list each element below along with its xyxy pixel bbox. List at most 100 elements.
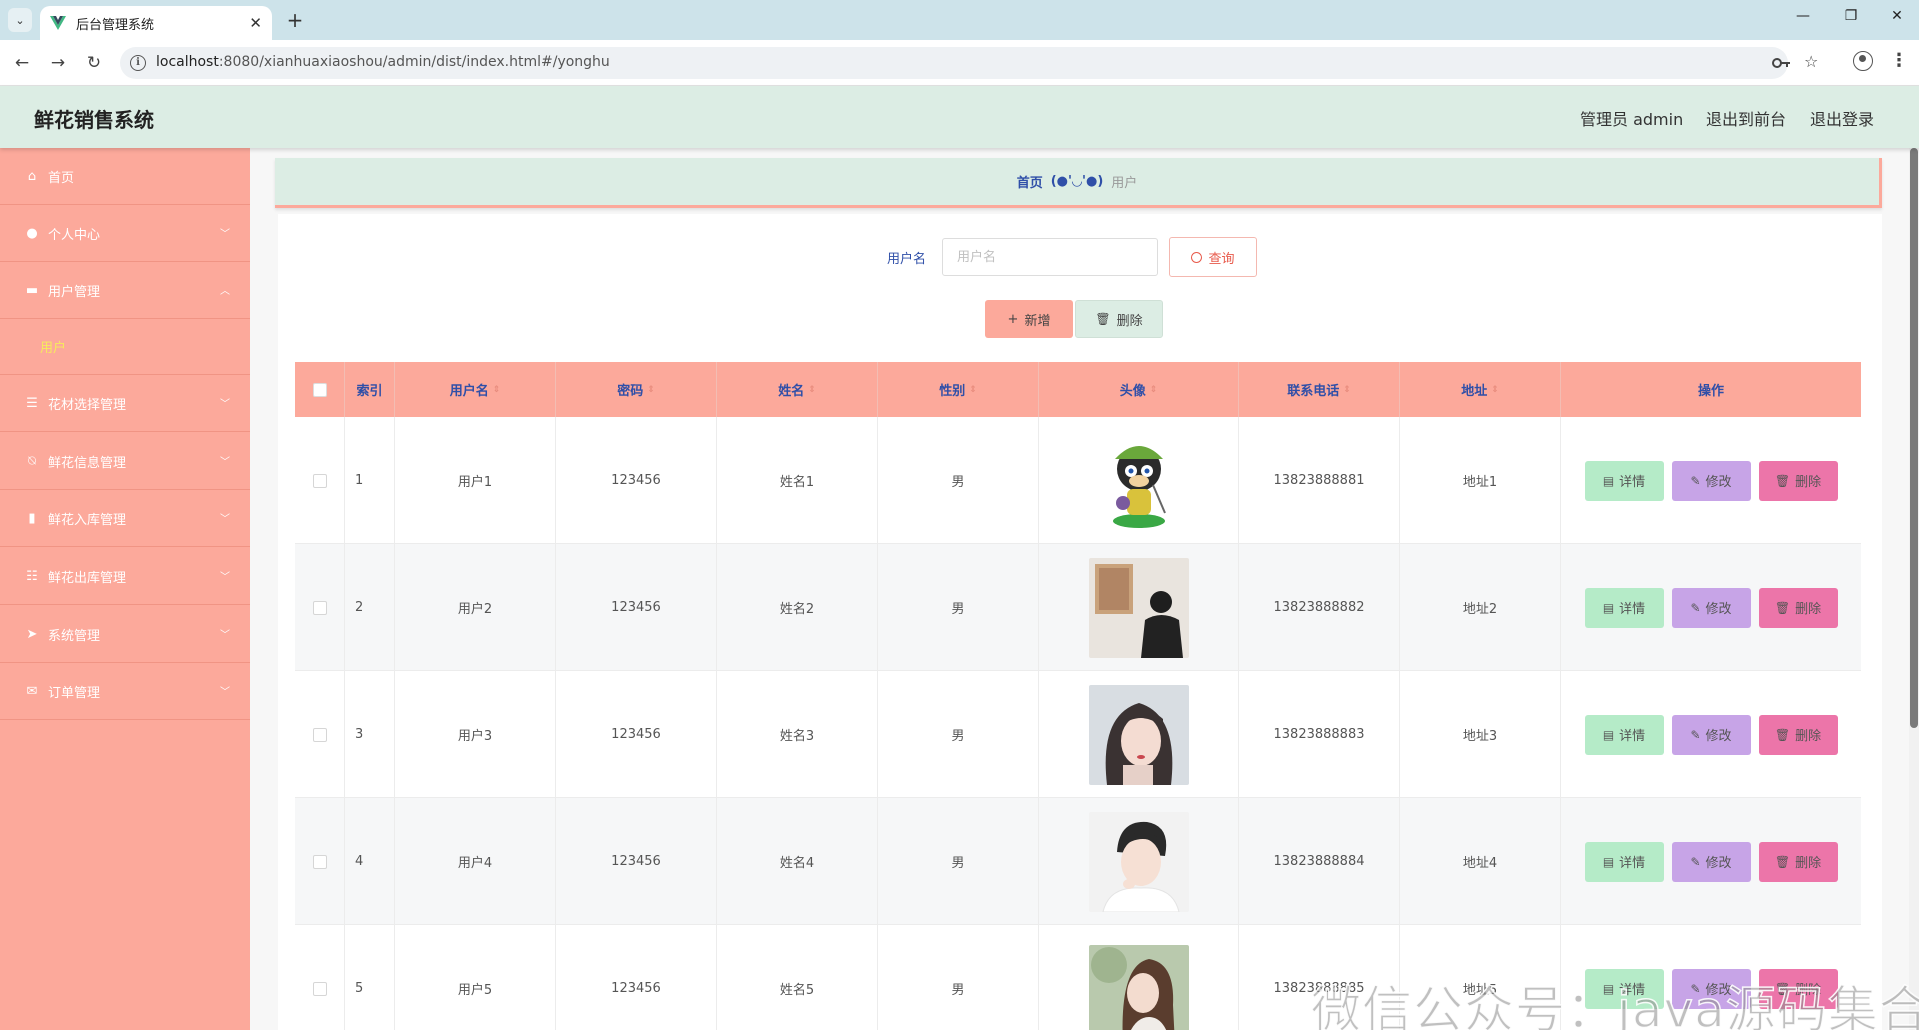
- search-label: 用户名: [887, 252, 927, 267]
- minimize-icon[interactable]: —: [1788, 8, 1818, 24]
- url-text[interactable]: localhost:8080/xianhuaxiaoshou/admin/dis…: [156, 54, 610, 70]
- reload-icon[interactable]: ↻: [82, 52, 106, 76]
- detail-button[interactable]: ▤ 详情: [1584, 587, 1664, 628]
- new-tab-button[interactable]: +: [284, 9, 306, 31]
- close-icon[interactable]: ✕: [1882, 8, 1912, 24]
- bell-off-icon: ⍉: [28, 453, 36, 469]
- browser-tab[interactable]: 后台管理系统 ✕: [40, 6, 272, 40]
- row-checkbox[interactable]: [312, 981, 327, 996]
- scrollbar-thumb[interactable]: [1910, 148, 1918, 728]
- phone-cell: 13823888884: [1239, 798, 1400, 925]
- sort-icon[interactable]: ⇕: [1491, 385, 1499, 395]
- sort-icon[interactable]: ⇕: [647, 385, 655, 395]
- row-checkbox[interactable]: [312, 473, 327, 488]
- back-icon[interactable]: ←: [10, 52, 34, 76]
- send-icon: ➤: [26, 626, 38, 642]
- password-key-icon[interactable]: [1772, 55, 1792, 71]
- logout-link[interactable]: 退出登录: [1810, 106, 1874, 130]
- chevron-down-icon: ﹀: [220, 630, 230, 641]
- query-button[interactable]: 查询: [1169, 237, 1257, 277]
- row-checkbox[interactable]: [312, 600, 327, 615]
- exit-to-front-link[interactable]: 退出到前台: [1706, 106, 1786, 130]
- column-header[interactable]: 头像 ⇕: [1039, 362, 1239, 417]
- sidebar-item-user-management[interactable]: ▬ 用户管理 ︿: [0, 262, 250, 319]
- batch-delete-button[interactable]: 🗑 删除: [1075, 300, 1163, 338]
- edit-pencil-icon: ✎: [1690, 727, 1701, 742]
- sidebar-item-order-management[interactable]: ✉ 订单管理 ﹀: [0, 663, 250, 720]
- sidebar-item-personal-center[interactable]: ● 个人中心 ﹀: [0, 205, 250, 262]
- gender-cell: 男: [878, 925, 1039, 1030]
- edit-button[interactable]: ✎ 修改: [1671, 460, 1751, 501]
- column-header-label: 用户名: [449, 384, 489, 399]
- column-header[interactable]: 联系电话 ⇕: [1239, 362, 1400, 417]
- column-header[interactable]: 用户名 ⇕: [395, 362, 556, 417]
- password-cell: 123456: [556, 925, 717, 1030]
- delete-button[interactable]: 🗑 删除: [1758, 460, 1838, 501]
- row-checkbox[interactable]: [312, 727, 327, 742]
- column-header[interactable]: 性别 ⇕: [878, 362, 1039, 417]
- edit-button[interactable]: ✎ 修改: [1671, 714, 1751, 755]
- document-icon: ▮: [28, 510, 36, 526]
- menu-kebab-icon[interactable]: ⋮: [1890, 50, 1908, 71]
- bookmark-star-icon[interactable]: ☆: [1804, 52, 1818, 71]
- username-search-input[interactable]: [942, 238, 1158, 276]
- name-cell: 姓名4: [717, 798, 878, 925]
- detail-button[interactable]: ▤ 详情: [1584, 714, 1664, 755]
- sort-icon[interactable]: ⇕: [808, 385, 816, 395]
- edit-button[interactable]: ✎ 修改: [1671, 587, 1751, 628]
- address-cell: 地址1: [1400, 417, 1561, 544]
- forward-icon[interactable]: →: [46, 52, 70, 76]
- add-button[interactable]: + 新增: [985, 300, 1073, 338]
- detail-button-label: 详情: [1619, 475, 1646, 490]
- sidebar-item-flower-stock-in[interactable]: ▮ 鲜花入库管理 ﹀: [0, 490, 250, 547]
- document-icon: ▤: [1602, 600, 1615, 615]
- row-checkbox[interactable]: [312, 854, 327, 869]
- site-info-icon[interactable]: i: [130, 55, 146, 71]
- username-cell: 用户1: [395, 417, 556, 544]
- sidebar-item-home[interactable]: ⌂ 首页: [0, 148, 250, 205]
- sort-icon[interactable]: ⇕: [1150, 385, 1158, 395]
- sidebar-item-flower-material[interactable]: ☰ 花材选择管理 ﹀: [0, 375, 250, 432]
- detail-button[interactable]: ▤ 详情: [1584, 460, 1664, 501]
- delete-button[interactable]: 🗑 删除: [1758, 841, 1838, 882]
- phone-cell: 13823888881: [1239, 417, 1400, 544]
- table-header: 索引 用户名 ⇕ 密码 ⇕ 姓名 ⇕ 性别 ⇕ 头像 ⇕ 联系电话 ⇕ 地址 ⇕ 操作: [295, 362, 1861, 417]
- actions-cell: ▤ 详情 ✎ 修改 🗑 删除: [1561, 544, 1861, 671]
- tab-list-icon[interactable]: ⌄: [8, 8, 32, 32]
- column-header[interactable]: 地址 ⇕: [1400, 362, 1561, 417]
- column-header[interactable]: 密码 ⇕: [556, 362, 717, 417]
- admin-label: 管理员 admin: [1580, 110, 1684, 129]
- sidebar-item-system-management[interactable]: ➤ 系统管理 ﹀: [0, 606, 250, 663]
- name-cell: 姓名5: [717, 925, 878, 1030]
- tab-close-icon[interactable]: ✕: [249, 14, 262, 32]
- sidebar-item-flower-stock-out[interactable]: ☷ 鲜花出库管理 ﹀: [0, 548, 250, 605]
- sort-icon[interactable]: ⇕: [969, 385, 977, 395]
- actions-cell: ▤ 详情 ✎ 修改 🗑 删除: [1561, 417, 1861, 544]
- add-button-label: 新增: [1024, 313, 1051, 329]
- chevron-down-icon: ﹀: [220, 229, 230, 240]
- row-select-cell: [295, 671, 345, 798]
- table-row: 4 用户4 123456 姓名4 男 13823888884 地址4 ▤ 详情 ✎…: [295, 798, 1861, 925]
- select-all-checkbox[interactable]: [312, 382, 327, 397]
- watermark-text: 微信公众号：java源码集合: [1310, 980, 1919, 1030]
- restore-icon[interactable]: ❐: [1836, 8, 1866, 24]
- breadcrumb-home-link[interactable]: 首页: [1017, 172, 1043, 191]
- delete-button[interactable]: 🗑 删除: [1758, 587, 1838, 628]
- sort-icon[interactable]: ⇕: [493, 385, 501, 395]
- delete-button-label: 删除: [1795, 475, 1822, 490]
- password-cell: 123456: [556, 798, 717, 925]
- sidebar-subitem-user[interactable]: 用户: [0, 319, 250, 375]
- username-cell: 用户2: [395, 544, 556, 671]
- main-scrollbar[interactable]: [1909, 148, 1919, 1030]
- url-omnibox[interactable]: i localhost:8080/xianhuaxiaoshou/admin/d…: [120, 47, 1818, 79]
- sidebar-item-flower-info[interactable]: ⍉ 鲜花信息管理 ﹀: [0, 433, 250, 490]
- profile-icon[interactable]: [1853, 51, 1873, 71]
- sidebar-item-label: 鲜花出库管理: [48, 570, 127, 586]
- edit-button[interactable]: ✎ 修改: [1671, 841, 1751, 882]
- address-bar: ← → ↻ i localhost:8080/xianhuaxiaoshou/a…: [0, 40, 1919, 86]
- delete-button[interactable]: 🗑 删除: [1758, 714, 1838, 755]
- sort-icon[interactable]: ⇕: [1343, 385, 1351, 395]
- detail-button[interactable]: ▤ 详情: [1584, 841, 1664, 882]
- column-header[interactable]: 姓名 ⇕: [717, 362, 878, 417]
- avatar-cell: [1039, 925, 1239, 1030]
